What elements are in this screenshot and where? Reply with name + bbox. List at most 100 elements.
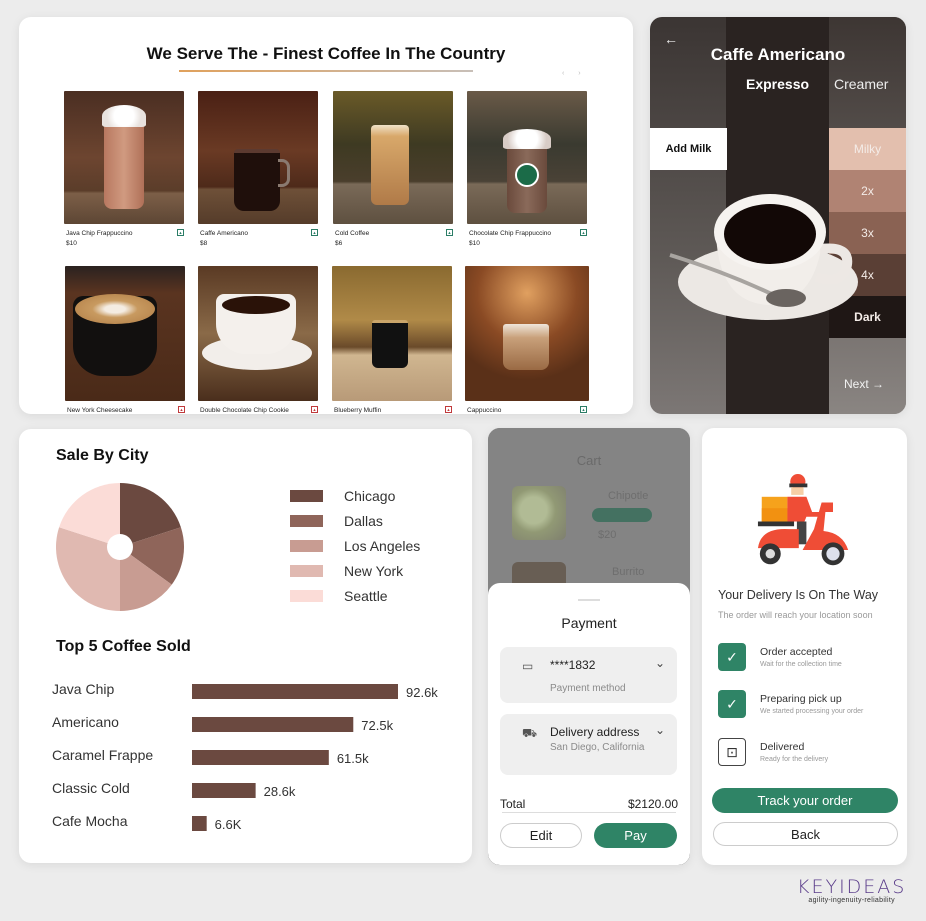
- brand-tagline: agility-ingenuity-reliability: [808, 897, 895, 904]
- legend-item: Seattle: [290, 583, 420, 608]
- delivery-address-select[interactable]: ⛟ Delivery address San Diego, California…: [500, 714, 677, 775]
- product-photo-cheesecake: [65, 266, 185, 401]
- nonveg-indicator-icon: ▲: [178, 406, 185, 413]
- bar-classic-cold: [192, 783, 256, 798]
- bar-value-label: 72.5k: [361, 718, 393, 733]
- glass: [371, 125, 409, 205]
- product-name: Java Chip Frappuccino: [66, 230, 133, 237]
- step-title: Order accepted: [760, 646, 833, 658]
- card-number: ****1832: [550, 658, 596, 672]
- delivery-title: Your Delivery Is On The Way: [718, 588, 879, 602]
- delivery-address-label: Delivery address: [550, 725, 640, 739]
- product-card[interactable]: Cappuccino $5 ▲: [465, 266, 589, 414]
- next-button[interactable]: Next →: [844, 377, 884, 391]
- pie-legend: Chicago Dallas Los Angeles New York Seattle: [290, 483, 420, 608]
- bar-cafe-mocha: [192, 816, 207, 831]
- product-name: Blueberry Muffin: [334, 407, 382, 414]
- veg-indicator-icon: ▲: [177, 229, 184, 236]
- product-price: $10: [469, 240, 480, 247]
- product-photo-cold-coffee: [333, 91, 453, 224]
- brand-name: KEYIDEAS: [797, 876, 907, 898]
- nonveg-indicator-icon: ▲: [445, 406, 452, 413]
- product-card[interactable]: Java Chip Frappuccino $10 ▲: [64, 91, 186, 247]
- truck-icon: ⛟: [522, 726, 538, 740]
- product-card[interactable]: Blueberry Muffin $8 ▲: [332, 266, 454, 414]
- bar-value-label: 92.6k: [406, 685, 438, 700]
- legend-label: Dallas: [344, 512, 383, 529]
- bar-value-label: 61.5k: [337, 751, 369, 766]
- chevron-down-icon[interactable]: ⌄: [655, 723, 665, 737]
- legend-label: Chicago: [344, 487, 396, 504]
- product-card[interactable]: New York Cheesecake $15 ▲: [65, 266, 187, 414]
- track-order-button[interactable]: Track your order: [712, 788, 898, 813]
- product-photo-chocolate-chip: [467, 91, 587, 224]
- nonveg-indicator-icon: ▲: [311, 406, 318, 413]
- menu-card: We Serve The - Finest Coffee In The Coun…: [19, 17, 633, 414]
- title-underline: [179, 70, 473, 72]
- product-photo-muffin: [332, 266, 452, 401]
- coffee-customizer: ← Caffe Americano Expresso Creamer Add M…: [650, 17, 906, 414]
- product-card[interactable]: Caffe Americano $8 ▲: [198, 91, 320, 247]
- tab-expresso[interactable]: Expresso: [746, 76, 809, 92]
- cart-item-name: Chipotle: [608, 490, 649, 502]
- delivery-scooter-icon: [757, 474, 849, 566]
- check-icon: ✓: [718, 643, 746, 671]
- delivery-address-value: San Diego, California: [550, 742, 645, 753]
- latte-art: [75, 294, 155, 324]
- glass-cup: [503, 324, 549, 370]
- chevron-down-icon[interactable]: ⌄: [655, 656, 665, 670]
- tab-creamer[interactable]: Creamer: [834, 76, 888, 92]
- veg-indicator-icon: ▲: [446, 229, 453, 236]
- legend-swatch: [290, 589, 323, 602]
- legend-label: Los Angeles: [344, 537, 421, 554]
- product-photo-americano: [198, 91, 318, 224]
- carousel-nav[interactable]: ‹ ›: [562, 70, 587, 77]
- whipped-cream: [102, 105, 146, 127]
- cart-title: Cart: [576, 453, 602, 468]
- sale-by-city-title: Sale By City: [56, 447, 149, 464]
- product-name: Cappuccino: [467, 407, 502, 414]
- frappe-glass: [104, 121, 144, 209]
- coffee-cup-image: [669, 194, 858, 320]
- product-name: Double Chocolate Chip Cookie: [200, 407, 289, 414]
- legend-label: Seattle: [344, 587, 388, 604]
- step-subtitle: Wait for the collection time: [760, 661, 842, 668]
- step-title: Preparing pick up: [760, 693, 842, 705]
- payment-title: Payment: [561, 615, 617, 631]
- product-card[interactable]: Chocolate Chip Frappuccino $10 ▲: [467, 91, 589, 247]
- sheet-drag-handle[interactable]: [578, 599, 600, 601]
- top5-title: Top 5 Coffee Sold: [56, 638, 191, 655]
- payment-method-select[interactable]: ▭ ****1832 Payment method ⌄: [500, 647, 677, 703]
- bar-americano: [192, 717, 354, 732]
- legend-swatch: [290, 514, 323, 527]
- delivery-subtitle: The order will reach your location soon: [718, 610, 873, 620]
- divider: [502, 812, 676, 813]
- edit-button[interactable]: Edit: [500, 823, 582, 848]
- pay-button[interactable]: Pay: [594, 823, 677, 848]
- credit-card-icon: ▭: [522, 659, 534, 673]
- total-label: Total: [500, 797, 526, 811]
- product-name: Caffe Americano: [200, 230, 248, 237]
- step-subtitle: We started processing your order: [760, 708, 864, 715]
- bar-category-label: Cafe Mocha: [52, 813, 128, 829]
- glass-mug: [372, 320, 408, 368]
- whipped-cream: [503, 129, 551, 149]
- product-photo-cappuccino: [465, 266, 589, 401]
- back-button[interactable]: Back: [713, 822, 898, 846]
- product-card[interactable]: Cold Coffee $6 ▲: [333, 91, 455, 247]
- sale-by-city-pie: [56, 483, 184, 611]
- coffee-title: Caffe Americano: [710, 45, 846, 64]
- quantity-stepper[interactable]: [592, 508, 652, 522]
- sales-dashboard: Sale By City Chicago Dallas Los Angeles New…: [19, 429, 472, 863]
- veg-indicator-icon: ▲: [311, 229, 318, 236]
- product-photo-cookie: [198, 266, 318, 401]
- add-milk-button[interactable]: Add Milk: [650, 128, 727, 170]
- mug-handle: [278, 159, 290, 187]
- legend-item: Los Angeles: [290, 533, 420, 558]
- shade-milky[interactable]: Milky: [829, 128, 906, 170]
- product-card[interactable]: Double Chocolate Chip Cookie $8 ▲: [198, 266, 320, 414]
- legend-label: New York: [344, 562, 404, 579]
- payment-screen: Cart Chipotle $20 Burrito Payment ▭ ****…: [488, 428, 690, 865]
- cart-item-price: $20: [598, 529, 617, 541]
- legend-item: Dallas: [290, 508, 420, 533]
